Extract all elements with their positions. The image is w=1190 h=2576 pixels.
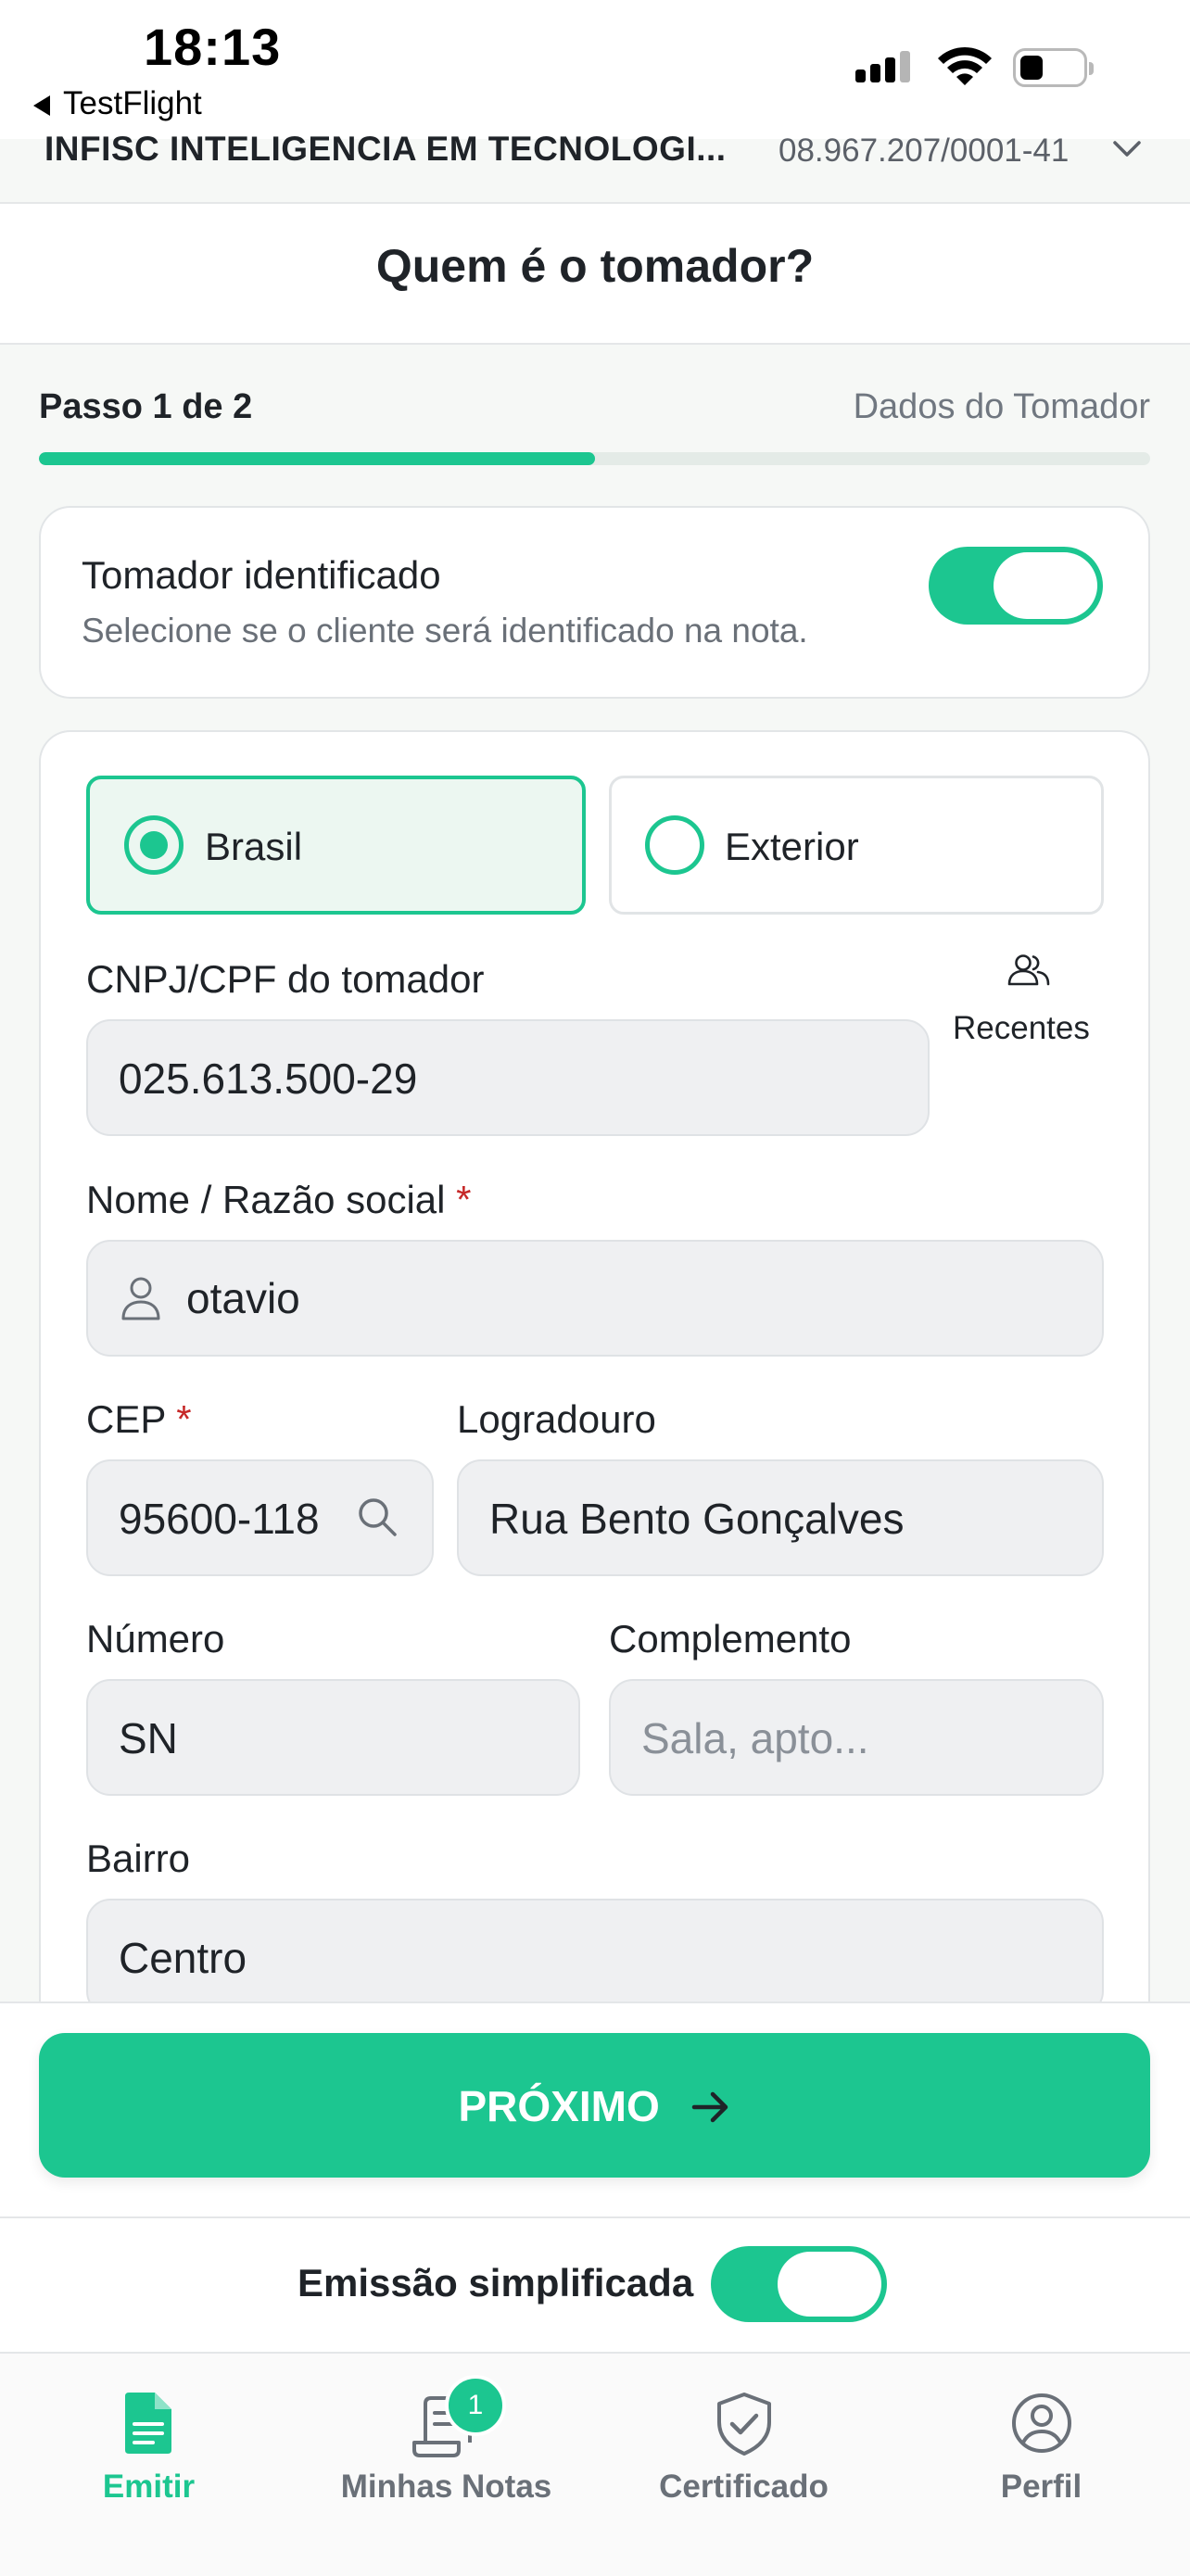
cellular-signal-icon xyxy=(855,51,915,82)
simplified-label: Emissão simplificada xyxy=(298,2261,694,2305)
back-arrow-icon xyxy=(33,95,50,116)
cep-value: 95600-118 xyxy=(119,1495,320,1543)
users-icon[interactable] xyxy=(1006,953,1051,990)
next-label-text: PRÓXIMO xyxy=(458,2082,660,2130)
radio-exterior[interactable] xyxy=(645,815,704,875)
step-section-label: Dados do Tomador xyxy=(853,387,1150,426)
tab-label: Certificado xyxy=(659,2469,829,2505)
progress-bar xyxy=(39,452,1150,465)
recent-button-label[interactable]: Recentes xyxy=(953,1010,1090,1047)
back-to-app-link[interactable]: TestFlight xyxy=(33,85,202,122)
arrow-right-icon xyxy=(691,2091,728,2123)
toggle-knob xyxy=(778,2252,881,2317)
document-icon xyxy=(125,2393,171,2454)
identified-subtitle: Selecione se o cliente será identificado… xyxy=(82,612,808,650)
company-cnpj[interactable]: 08.967.207/0001-41 xyxy=(779,133,1069,170)
name-label: Nome / Razão social * xyxy=(86,1178,472,1222)
street-label: Logradouro xyxy=(457,1397,656,1441)
search-icon[interactable] xyxy=(355,1495,399,1539)
tab-label: Minhas Notas xyxy=(340,2469,552,2505)
page-title: Quem é o tomador? xyxy=(375,240,815,292)
cnpj-value: 025.613.500-29 xyxy=(119,1054,418,1103)
chevron-down-icon[interactable] xyxy=(1112,139,1142,159)
required-mark: * xyxy=(456,1178,472,1221)
next-button[interactable]: PRÓXIMO xyxy=(39,2033,1150,2178)
company-name[interactable]: INFISC INTELIGENCIA EM TECNOLOGI... xyxy=(44,130,727,169)
next-button-label: PRÓXIMO xyxy=(39,2081,1150,2131)
location-label-brasil: Brasil xyxy=(205,825,303,868)
location-label-exterior: Exterior xyxy=(725,825,859,868)
radio-brasil[interactable] xyxy=(124,815,184,875)
wifi-icon xyxy=(938,46,992,85)
back-app-label: TestFlight xyxy=(63,85,202,121)
name-value: otavio xyxy=(186,1274,300,1322)
progress-fill xyxy=(39,452,595,465)
district-label: Bairro xyxy=(86,1837,191,1880)
street-value: Rua Bento Gonçalves xyxy=(489,1495,905,1543)
user-circle-icon xyxy=(1012,2393,1071,2453)
required-mark: * xyxy=(176,1397,192,1441)
complement-placeholder: Sala, apto... xyxy=(641,1714,869,1762)
complement-label: Complemento xyxy=(609,1617,852,1661)
tab-label: Perfil xyxy=(1000,2469,1082,2505)
number-value: SN xyxy=(119,1714,178,1762)
person-icon xyxy=(121,1277,160,1320)
cep-label: CEP * xyxy=(86,1397,192,1442)
cnpj-label: CNPJ/CPF do tomador xyxy=(86,957,485,1001)
battery-icon xyxy=(1013,48,1094,87)
notification-badge: 1 xyxy=(445,2375,506,2436)
step-indicator: Passo 1 de 2 xyxy=(39,387,253,426)
number-label: Número xyxy=(86,1617,225,1661)
name-label-text: Nome / Razão social xyxy=(86,1178,446,1221)
cep-label-text: CEP xyxy=(86,1397,166,1441)
identified-title: Tomador identificado xyxy=(82,553,441,597)
simplified-toggle[interactable] xyxy=(711,2246,887,2322)
district-value: Centro xyxy=(119,1934,247,1982)
shield-check-icon xyxy=(717,2393,771,2456)
toggle-knob xyxy=(994,552,1097,619)
tab-label: Emitir xyxy=(102,2469,196,2505)
status-time: 18:13 xyxy=(144,18,282,76)
tab-bar xyxy=(0,2352,1190,2576)
identified-toggle[interactable] xyxy=(929,547,1103,625)
